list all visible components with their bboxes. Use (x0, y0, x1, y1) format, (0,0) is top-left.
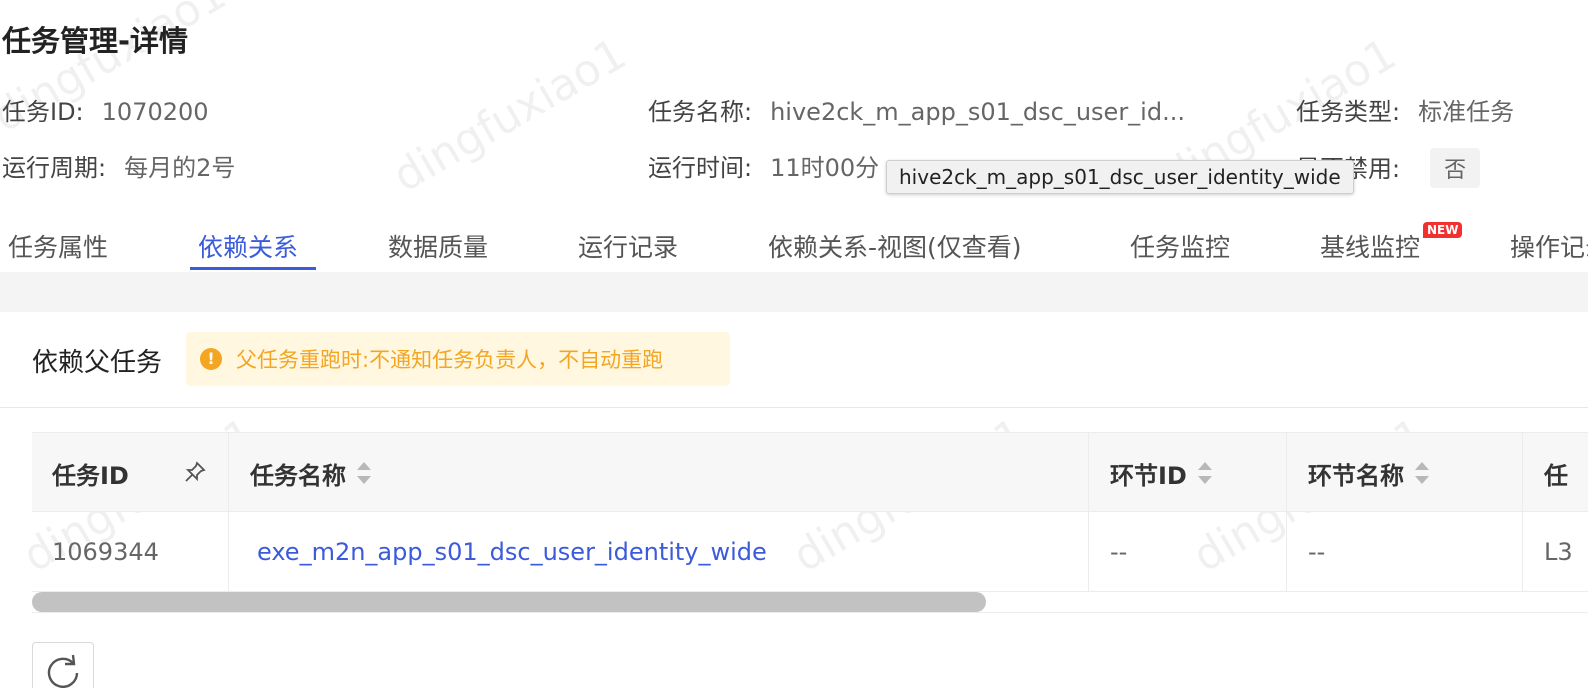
table-row: 1069344 exe_m2n_app_s01_dsc_user_identit… (32, 512, 1588, 592)
tab-bar: 任务属性 依赖关系 数据质量 运行记录 依赖关系-视图(仅查看) 任务监控 基线… (0, 210, 1588, 272)
active-tab-underline (190, 267, 316, 270)
header-task-name-label: 任务名称 (250, 461, 346, 490)
sort-icon[interactable] (1197, 462, 1213, 484)
info-run-time: 运行时间: 11时00分 (648, 148, 879, 183)
section-title: 依赖父任务 (32, 348, 163, 378)
run-time-label: 运行时间: (648, 154, 753, 182)
new-badge: NEW (1423, 222, 1463, 238)
table-header: 任务ID 任务名称 环节ID 环节名称 任 (32, 432, 1588, 512)
info-task-name: 任务名称: hive2ck_m_app_s01_dsc_user_id... (648, 92, 1185, 127)
header-task-name[interactable]: 任务名称 (250, 433, 372, 513)
parent-task-table: 任务ID 任务名称 环节ID 环节名称 任 1069344 exe_m2n_ap… (32, 432, 1588, 592)
column-divider (1286, 432, 1287, 592)
sort-icon[interactable] (356, 462, 372, 484)
tab-baseline-monitor[interactable]: 基线监控 (1320, 228, 1420, 264)
cell-extra: L3 (1544, 538, 1573, 566)
warning-banner: ! 父任务重跑时:不通知任务负责人，不自动重跑 (186, 332, 730, 386)
run-cycle-value: 每月的2号 (124, 154, 236, 182)
task-id-label: 任务ID: (2, 98, 84, 126)
scrollbar-thumb[interactable] (32, 592, 986, 612)
horizontal-scrollbar[interactable] (32, 592, 1588, 612)
cell-task-id: 1069344 (52, 538, 159, 566)
info-run-cycle: 运行周期: 每月的2号 (2, 148, 235, 183)
info-task-id: 任务ID: 1070200 (2, 92, 209, 127)
task-type-value: 标准任务 (1418, 98, 1515, 126)
header-extra: 任 (1544, 433, 1568, 513)
column-divider (1522, 432, 1523, 592)
header-task-id-label: 任务ID (52, 461, 129, 490)
tab-run-records[interactable]: 运行记录 (578, 228, 678, 264)
task-type-label: 任务类型: (1296, 98, 1401, 126)
section-spacer (0, 272, 1588, 312)
tab-task-monitor[interactable]: 任务监控 (1130, 228, 1230, 264)
warning-icon: ! (200, 348, 222, 370)
column-divider (1088, 432, 1089, 592)
tab-task-attributes[interactable]: 任务属性 (8, 228, 108, 264)
divider (0, 407, 1588, 408)
divider (32, 612, 1588, 613)
refresh-button[interactable] (32, 642, 94, 688)
sort-icon[interactable] (1414, 462, 1430, 484)
header-stage-name-label: 环节名称 (1308, 461, 1404, 490)
tab-data-quality[interactable]: 数据质量 (388, 228, 488, 264)
header-stage-name[interactable]: 环节名称 (1308, 433, 1430, 513)
watermark: dingfuxiao1 (384, 28, 635, 203)
header-stage-id-label: 环节ID (1110, 461, 1187, 490)
header-stage-id[interactable]: 环节ID (1110, 433, 1213, 513)
cell-task-name-link[interactable]: exe_m2n_app_s01_dsc_user_identity_wide (257, 512, 767, 592)
refresh-icon (47, 654, 79, 688)
column-divider (228, 432, 229, 592)
run-time-value: 11时00分 (770, 154, 880, 182)
page-title: 任务管理-详情 (2, 24, 189, 58)
page: dingfuxiao1 dingfuxiao1 dingfuxiao1 ding… (0, 0, 1588, 688)
header-task-id: 任务ID (52, 433, 129, 513)
disabled-value: 否 (1430, 148, 1481, 188)
pin-icon[interactable] (184, 461, 206, 483)
tab-operation-records[interactable]: 操作记录 (1510, 228, 1588, 264)
warning-text: 父任务重跑时:不通知任务负责人，不自动重跑 (236, 348, 664, 372)
task-name-tooltip: hive2ck_m_app_s01_dsc_user_identity_wide (886, 160, 1354, 194)
cell-stage-name: -- (1308, 538, 1326, 566)
task-id-value: 1070200 (101, 98, 209, 126)
run-cycle-label: 运行周期: (2, 154, 107, 182)
cell-stage-id: -- (1110, 538, 1128, 566)
header-extra-label: 任 (1544, 461, 1568, 490)
task-name-value[interactable]: hive2ck_m_app_s01_dsc_user_id... (770, 98, 1185, 126)
info-task-type: 任务类型: 标准任务 (1296, 92, 1514, 127)
task-name-label: 任务名称: (648, 98, 753, 126)
tab-dependency-view[interactable]: 依赖关系-视图(仅查看) (768, 228, 1022, 264)
tab-dependencies[interactable]: 依赖关系 (198, 228, 298, 264)
